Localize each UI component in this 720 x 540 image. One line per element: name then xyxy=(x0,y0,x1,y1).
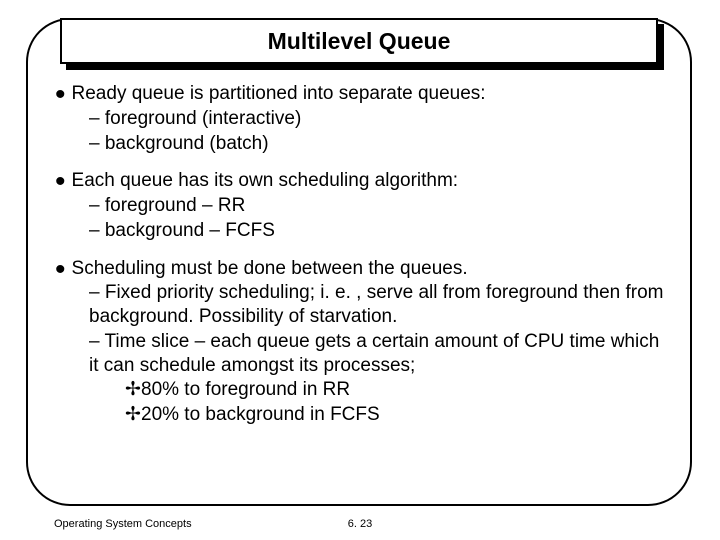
bullet-1: • Ready queue is partitioned into separa… xyxy=(55,82,665,155)
bullet-2: • Each queue has its own scheduling algo… xyxy=(55,169,665,242)
bullet-2-text: Each queue has its own scheduling algori… xyxy=(72,169,459,193)
bullet-1-sub-2: – background (batch) xyxy=(89,132,665,156)
bullet-1-lead: • Ready queue is partitioned into separa… xyxy=(55,82,665,106)
bullet-2-sub-2: – background – FCFS xyxy=(89,219,665,243)
slide-title: Multilevel Queue xyxy=(268,28,451,55)
bullet-3-text: Scheduling must be done between the queu… xyxy=(72,257,468,281)
cross-icon: ✢ xyxy=(125,378,141,402)
bullet-3-sub-2: – Time slice – each queue gets a certain… xyxy=(89,330,665,378)
bullet-3-sub: – Fixed priority scheduling; i. e. , ser… xyxy=(89,281,665,377)
bullet-1-text: Ready queue is partitioned into separate… xyxy=(72,82,486,106)
footer-page-number: 6. 23 xyxy=(0,518,720,530)
bullet-dot-icon: • xyxy=(55,175,66,189)
bullet-3-ss-1-text: 80% to foreground in RR xyxy=(141,379,350,400)
bullet-2-lead: • Each queue has its own scheduling algo… xyxy=(55,169,665,193)
bullet-2-sub-1: – foreground – RR xyxy=(89,194,665,218)
bullet-3-sub-1: – Fixed priority scheduling; i. e. , ser… xyxy=(89,281,665,329)
bullet-dot-icon: • xyxy=(55,263,66,277)
slide-content: • Ready queue is partitioned into separa… xyxy=(55,82,665,441)
bullet-2-sub: – foreground – RR – background – FCFS xyxy=(89,194,665,243)
bullet-3: • Scheduling must be done between the qu… xyxy=(55,257,665,427)
bullet-3-lead: • Scheduling must be done between the qu… xyxy=(55,257,665,281)
bullet-3-subsub: ✢80% to foreground in RR ✢20% to backgro… xyxy=(125,378,665,427)
bullet-3-ss-2: ✢20% to background in FCFS xyxy=(125,403,665,427)
bullet-1-sub: – foreground (interactive) – background … xyxy=(89,107,665,156)
bullet-dot-icon: • xyxy=(55,88,66,102)
bullet-3-ss-2-text: 20% to background in FCFS xyxy=(141,404,380,425)
bullet-3-ss-1: ✢80% to foreground in RR xyxy=(125,378,665,402)
title-box: Multilevel Queue xyxy=(60,18,658,64)
bullet-1-sub-1: – foreground (interactive) xyxy=(89,107,665,131)
cross-icon: ✢ xyxy=(125,403,141,427)
